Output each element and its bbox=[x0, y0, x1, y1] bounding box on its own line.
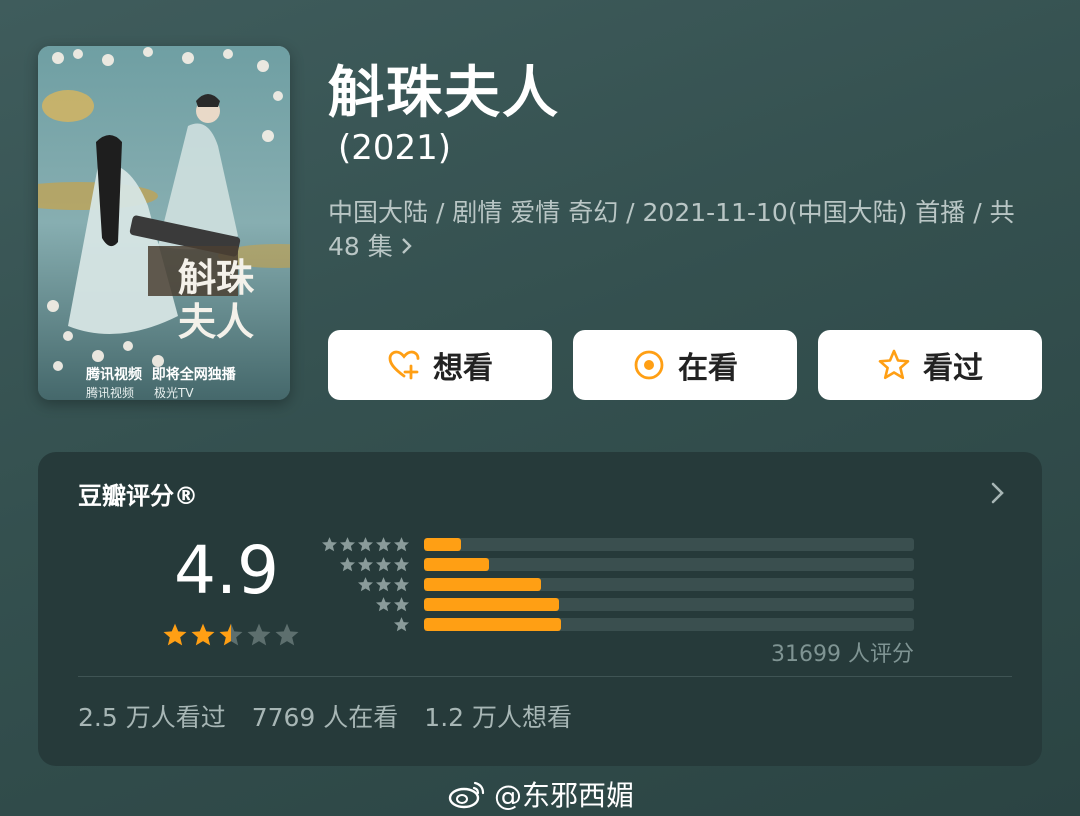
movie-meta-text: 中国大陆 / 剧情 爱情 奇幻 / 2021-11-10(中国大陆) 首播 / … bbox=[328, 198, 1015, 261]
star-filled-icon bbox=[191, 623, 215, 646]
star-small-icon bbox=[357, 537, 374, 552]
star-small-icon bbox=[393, 617, 410, 632]
star-half-icon bbox=[219, 623, 243, 646]
distribution-bar-track bbox=[424, 558, 914, 571]
poster-illustration bbox=[38, 46, 290, 400]
star-filled-icon bbox=[163, 623, 187, 646]
star-small-icon bbox=[339, 537, 356, 552]
star-small-icon bbox=[375, 557, 392, 572]
star-small-icon bbox=[393, 597, 410, 612]
star-small-icon bbox=[375, 577, 392, 592]
star-empty-icon bbox=[275, 623, 299, 646]
distribution-bar-5-stars bbox=[424, 538, 461, 551]
distribution-bar-track bbox=[424, 598, 914, 611]
want-to-watch-button[interactable]: 想看 bbox=[328, 330, 552, 400]
movie-year: (2021) bbox=[338, 128, 452, 168]
rating-panel[interactable]: 豆瓣评分® 4.9 31699 人评分 2.5 万人看过 7769 人在看 1.… bbox=[38, 452, 1042, 766]
star-small-icon bbox=[357, 577, 374, 592]
star-small-icon bbox=[393, 557, 410, 572]
chevron-right-icon bbox=[401, 236, 413, 261]
star-small-icon bbox=[393, 537, 410, 552]
weibo-logo-icon bbox=[448, 781, 485, 809]
watched-count: 2.5 万人看过 bbox=[78, 703, 226, 732]
watched-button[interactable]: 看过 bbox=[818, 330, 1042, 400]
poster-calligraphy: 斛珠夫人 bbox=[178, 255, 255, 344]
movie-meta[interactable]: 中国大陆 / 剧情 爱情 奇幻 / 2021-11-10(中国大陆) 首播 / … bbox=[328, 196, 1048, 266]
distribution-star-labels bbox=[318, 536, 410, 636]
star-small-icon bbox=[357, 557, 374, 572]
heart-plus-icon bbox=[388, 350, 420, 380]
watching-button[interactable]: 在看 bbox=[573, 330, 797, 400]
star-small-icon bbox=[339, 557, 356, 572]
poster-platform-text: 腾讯视频 即将全网独播 bbox=[86, 367, 236, 383]
poster-logo-tencent: 腾讯视频 bbox=[86, 386, 135, 400]
weibo-watermark: @东邪西媚 bbox=[448, 774, 634, 814]
rating-count: 31699 人评分 bbox=[771, 642, 914, 667]
watching-count: 7769 人在看 bbox=[251, 703, 399, 732]
distribution-row-3-stars bbox=[318, 576, 410, 596]
target-icon bbox=[634, 350, 664, 380]
star-small-icon bbox=[393, 577, 410, 592]
movie-title: 斛珠夫人 bbox=[328, 61, 560, 126]
star-small-icon bbox=[375, 597, 392, 612]
rating-stars bbox=[162, 622, 300, 648]
star-small-icon bbox=[375, 537, 392, 552]
rating-distribution bbox=[424, 538, 914, 638]
star-empty-icon bbox=[247, 623, 271, 646]
audience-stats: 2.5 万人看过 7769 人在看 1.2 万人想看 bbox=[78, 698, 572, 734]
distribution-row-4-stars bbox=[318, 556, 410, 576]
distribution-bar-4-stars bbox=[424, 558, 489, 571]
distribution-bar-3-stars bbox=[424, 578, 541, 591]
chevron-right-icon[interactable] bbox=[988, 480, 1008, 506]
star-outline-icon bbox=[878, 349, 910, 380]
distribution-bar-track bbox=[424, 538, 914, 551]
distribution-bar-track bbox=[424, 578, 914, 591]
star-small-icon bbox=[321, 537, 338, 552]
distribution-row-1-stars bbox=[318, 616, 410, 636]
divider bbox=[78, 676, 1012, 677]
rating-score: 4.9 bbox=[174, 532, 279, 609]
watermark-handle: @东邪西媚 bbox=[494, 779, 635, 812]
rating-source-label: 豆瓣评分® bbox=[78, 482, 198, 510]
distribution-row-5-stars bbox=[318, 536, 410, 556]
distribution-bar-2-stars bbox=[424, 598, 560, 611]
distribution-row-2-stars bbox=[318, 596, 410, 616]
distribution-bar-track bbox=[424, 618, 914, 631]
watched-label: 看过 bbox=[923, 351, 983, 386]
distribution-bar-1-stars bbox=[424, 618, 562, 631]
want-to-watch-label: 想看 bbox=[433, 351, 493, 386]
watching-label: 在看 bbox=[678, 351, 738, 386]
want-count: 1.2 万人想看 bbox=[424, 703, 573, 732]
poster-image[interactable]: 斛珠夫人 腾讯视频 即将全网独播 腾讯视频 极光TV bbox=[38, 46, 290, 400]
poster-logo-jiguang: 极光TV bbox=[154, 386, 194, 400]
